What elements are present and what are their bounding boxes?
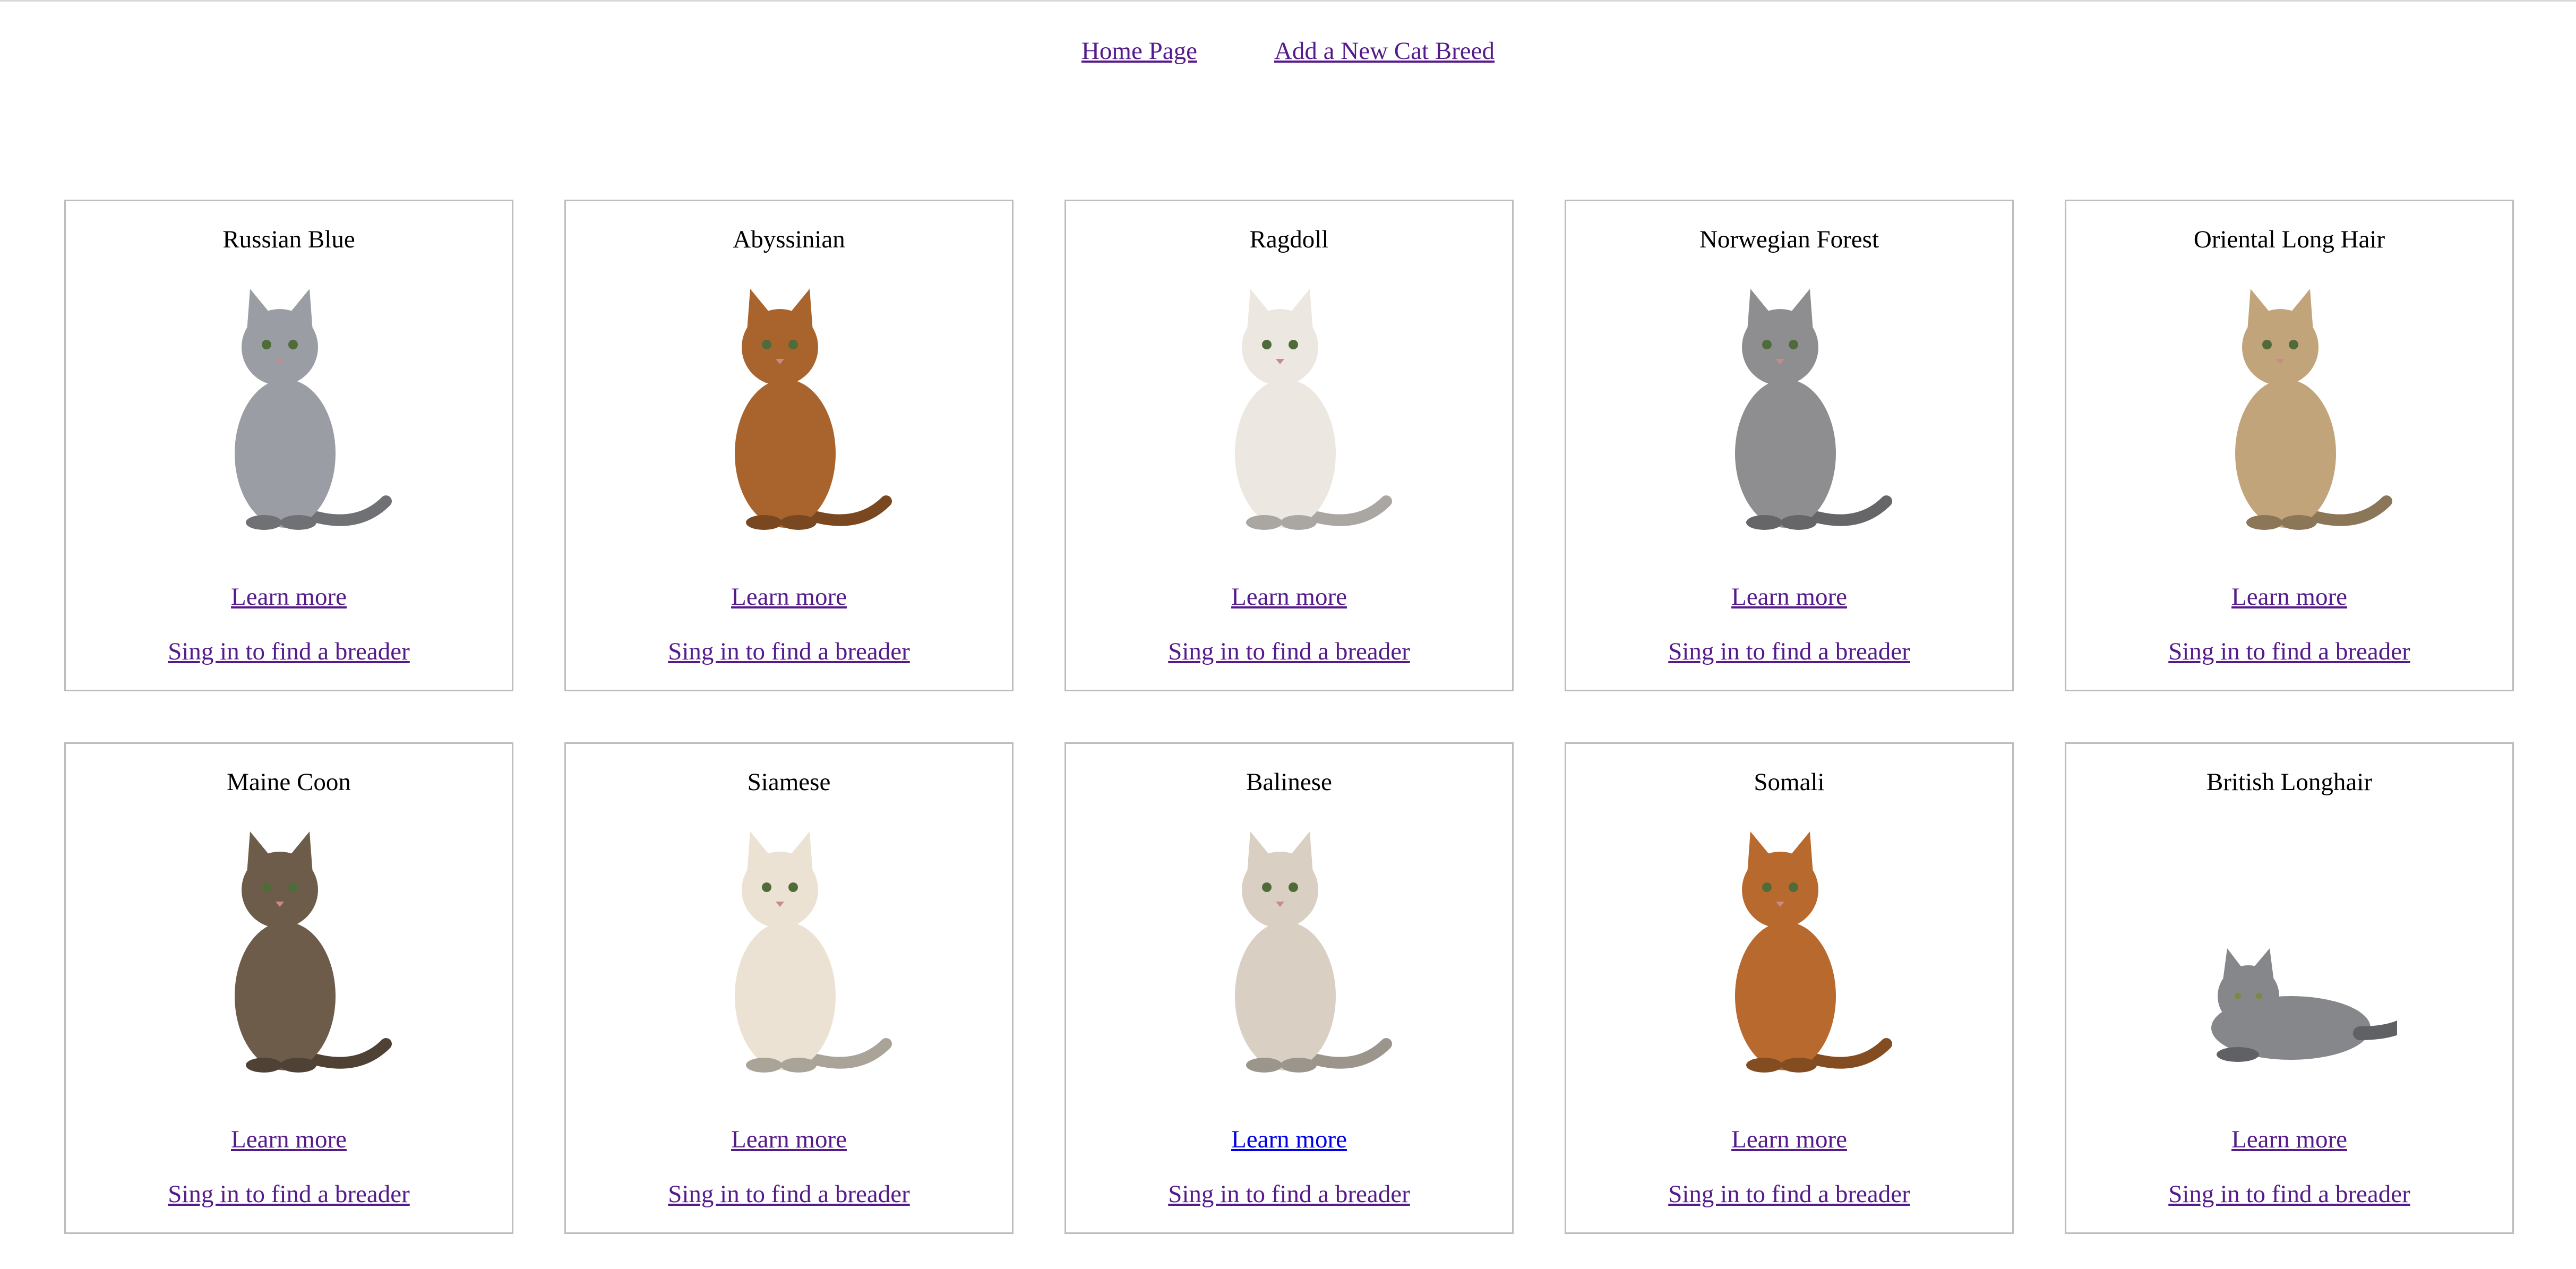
cat-photo (1685, 821, 1897, 1086)
home-page-link[interactable]: Home Page (1081, 37, 1197, 74)
sitting-cat-photo (235, 831, 392, 1073)
learn-more-link[interactable]: Learn more (2231, 583, 2347, 611)
find-breeder-link[interactable]: Sing in to find a breader (668, 638, 910, 665)
find-breeder-link[interactable]: Sing in to find a breader (1168, 1180, 1410, 1208)
learn-more-link[interactable]: Learn more (231, 1126, 347, 1153)
breed-name: Norwegian Forest (1699, 226, 1879, 253)
cat-photo (1184, 821, 1397, 1086)
cat-photo (684, 821, 897, 1086)
breed-card: Oriental Long Hair Learn more Sing in to… (2065, 200, 2514, 691)
breed-name: Russian Blue (222, 226, 355, 253)
breed-card: Norwegian Forest Learn more Sing in to f… (1565, 200, 2014, 691)
breed-card: British Longhair Learn more Sing in to f… (2065, 742, 2514, 1234)
top-nav: Home Page Add a New Cat Breed (0, 37, 2576, 74)
learn-more-link[interactable]: Learn more (1731, 583, 1847, 611)
sitting-cat-photo (735, 831, 892, 1073)
find-breeder-link[interactable]: Sing in to find a breader (168, 638, 410, 665)
sitting-cat-photo (1735, 831, 1892, 1073)
sitting-cat-photo (235, 289, 392, 530)
cat-photo (684, 278, 897, 544)
learn-more-link[interactable]: Learn more (731, 583, 847, 611)
add-cat-breed-link[interactable]: Add a New Cat Breed (1274, 37, 1495, 74)
find-breeder-link[interactable]: Sing in to find a breader (1668, 638, 1910, 665)
breed-name: Siamese (747, 768, 831, 796)
cat-photo (184, 821, 397, 1086)
lying-cat-photo (2211, 948, 2397, 1062)
breed-card: Balinese Learn more Sing in to find a br… (1064, 742, 1514, 1234)
find-breeder-link[interactable]: Sing in to find a breader (2168, 638, 2410, 665)
learn-more-link[interactable]: Learn more (1231, 583, 1347, 611)
sitting-cat-photo (735, 289, 892, 530)
sitting-cat-photo (1235, 289, 1392, 530)
learn-more-link[interactable]: Learn more (1231, 1126, 1347, 1153)
find-breeder-link[interactable]: Sing in to find a breader (668, 1180, 910, 1208)
breed-name: Ragdoll (1249, 226, 1329, 253)
find-breeder-link[interactable]: Sing in to find a breader (2168, 1180, 2410, 1208)
breed-name: Oriental Long Hair (2193, 226, 2385, 253)
find-breeder-link[interactable]: Sing in to find a breader (1668, 1180, 1910, 1208)
breed-name: Somali (1754, 768, 1825, 796)
cat-photo (1184, 278, 1397, 544)
cat-photo (2185, 821, 2397, 1086)
cat-photo (184, 278, 397, 544)
cat-photo (1685, 278, 1897, 544)
sitting-cat-photo (1235, 831, 1392, 1073)
breed-name: Abyssinian (733, 226, 845, 253)
learn-more-link[interactable]: Learn more (2231, 1126, 2347, 1153)
cat-photo (2185, 278, 2397, 544)
sitting-cat-photo (1735, 289, 1892, 530)
breed-card: Somali Learn more Sing in to find a brea… (1565, 742, 2014, 1234)
breed-grid: Russian Blue Learn more Sing in to find … (64, 200, 2514, 1234)
learn-more-link[interactable]: Learn more (731, 1126, 847, 1153)
find-breeder-link[interactable]: Sing in to find a breader (168, 1180, 410, 1208)
find-breeder-link[interactable]: Sing in to find a breader (1168, 638, 1410, 665)
breed-card: Ragdoll Learn more Sing in to find a bre… (1064, 200, 1514, 691)
breed-name: Balinese (1246, 768, 1332, 796)
breed-name: Maine Coon (227, 768, 351, 796)
breed-name: British Longhair (2206, 768, 2372, 796)
learn-more-link[interactable]: Learn more (231, 583, 347, 611)
breed-card: Siamese Learn more Sing in to find a bre… (564, 742, 1014, 1234)
breed-card: Russian Blue Learn more Sing in to find … (64, 200, 513, 691)
breed-card: Abyssinian Learn more Sing in to find a … (564, 200, 1014, 691)
sitting-cat-photo (2235, 289, 2392, 530)
learn-more-link[interactable]: Learn more (1731, 1126, 1847, 1153)
breed-card: Maine Coon Learn more Sing in to find a … (64, 742, 513, 1234)
